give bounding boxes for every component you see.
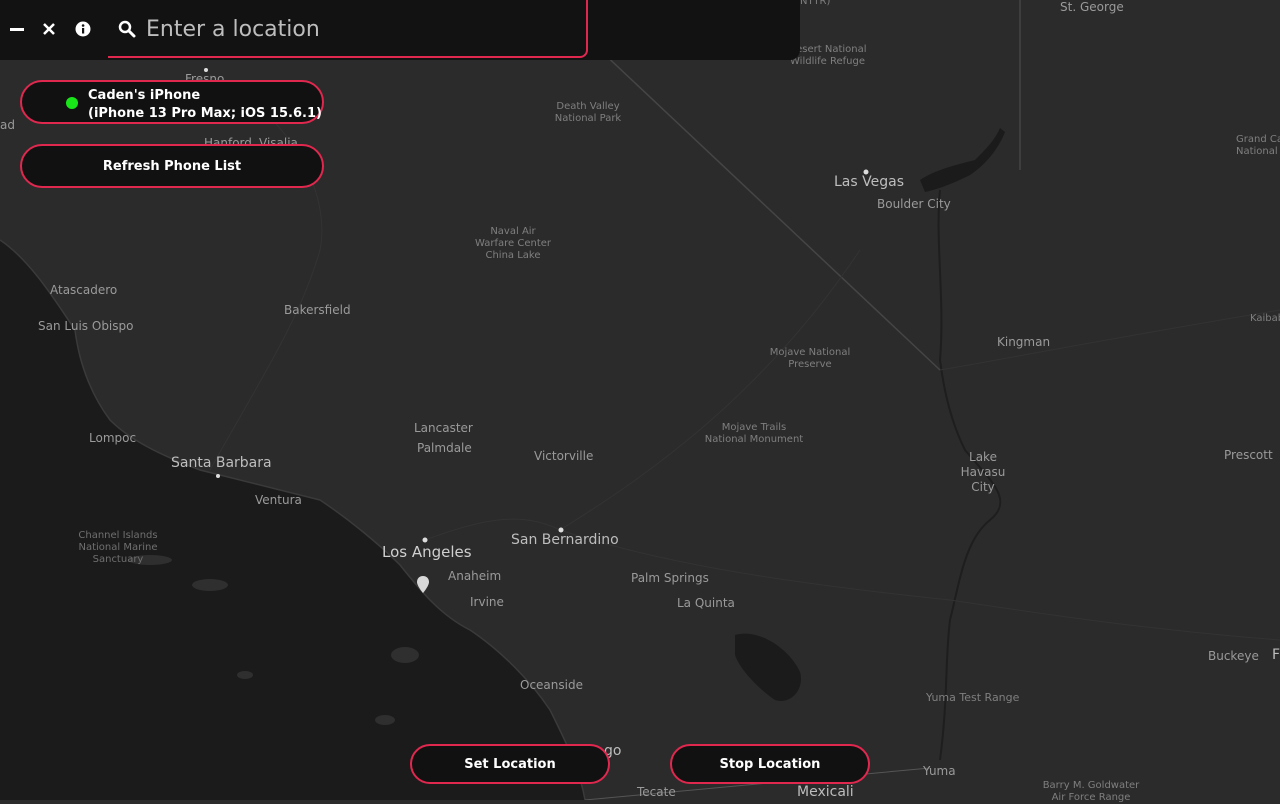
map-label-boulder-city: Boulder City: [877, 197, 951, 211]
top-bar: [0, 0, 800, 60]
map-label-anaheim: Anaheim: [448, 569, 502, 583]
map-label-palmdale: Palmdale: [417, 441, 472, 455]
map-label-lancaster: Lancaster: [414, 421, 473, 435]
map-label-las-vegas: Las Vegas: [834, 174, 904, 190]
map-label-la-quinta: La Quinta: [677, 596, 735, 610]
map-label-palm-springs: Palm Springs: [631, 571, 709, 585]
map-label-san-bernardino: San Bernardino: [511, 532, 619, 548]
search-icon: [118, 20, 136, 38]
refresh-phone-list-button[interactable]: Refresh Phone List: [20, 144, 324, 188]
map-label-yuma: Yuma: [923, 764, 956, 778]
map-label-mexicali: Mexicali: [797, 784, 854, 800]
map-label-kaibab: Kaibab: [1250, 313, 1280, 324]
map-label-ad: ad: [0, 118, 15, 132]
device-name-line1: Caden's iPhone: [88, 88, 201, 103]
device-name: Caden's iPhone (iPhone 13 Pro Max; iOS 1…: [88, 87, 322, 123]
map-label-irvine: Irvine: [470, 595, 504, 609]
info-icon: [75, 21, 91, 37]
map-label-kingman: Kingman: [997, 335, 1051, 349]
map-label-buckeye: Buckeye: [1208, 649, 1259, 663]
device-name-line2: (iPhone 13 Pro Max; iOS 15.6.1): [88, 106, 322, 121]
close-icon: [43, 23, 55, 35]
info-button[interactable]: [72, 18, 94, 40]
map-label-santa-barbara: Santa Barbara: [171, 455, 272, 471]
map-label-san-luis-obispo: San Luis Obispo: [38, 319, 134, 333]
map-label-ventura: Ventura: [255, 493, 302, 507]
minimize-icon: [10, 28, 24, 31]
device-selector[interactable]: Caden's iPhone (iPhone 13 Pro Max; iOS 1…: [20, 80, 324, 124]
map-label-tecate: Tecate: [637, 785, 676, 799]
map-label-mojave-trails: Mojave Trails National Monument: [704, 422, 804, 445]
map-label-nttr: NTTR): [800, 0, 831, 7]
map-label-lake-havasu: Lake Havasu City: [960, 450, 1006, 494]
close-button[interactable]: [38, 18, 60, 40]
location-pin-icon[interactable]: [416, 575, 430, 595]
map-label-oceanside: Oceanside: [520, 678, 583, 692]
map-label-bakersfield: Bakersfield: [284, 303, 351, 317]
device-status-dot: [66, 97, 78, 109]
search-input[interactable]: [144, 10, 568, 48]
set-location-button[interactable]: Set Location: [410, 744, 610, 784]
map-label-mojave-preserve: Mojave National Preserve: [769, 347, 851, 370]
map-label-death-valley: Death Valley National Park: [554, 101, 622, 124]
map-label-lompoc: Lompoc: [89, 431, 137, 445]
map-label-yuma-test: Yuma Test Range: [926, 691, 1020, 704]
stop-location-button[interactable]: Stop Location: [670, 744, 870, 784]
map-label-st-george: St. George: [1060, 0, 1124, 14]
map-label-victorville: Victorville: [534, 449, 594, 463]
search-bar: [108, 0, 588, 58]
map-label-barry-goldwater: Barry M. Goldwater Air Force Range: [1042, 780, 1140, 803]
map-label-f: F: [1272, 647, 1280, 663]
map-label-channel-islands: Channel Islands National Marine Sanctuar…: [78, 530, 158, 565]
map-label-grand-canyon: Grand Ca National: [1236, 134, 1280, 157]
minimize-button[interactable]: [6, 18, 28, 40]
map-label-prescott: Prescott: [1224, 448, 1273, 462]
map-label-naval-air: Naval Air Warfare Center China Lake: [474, 226, 551, 261]
map-label-atascadero: Atascadero: [50, 283, 118, 297]
map-label-los-angeles: Los Angeles: [382, 543, 472, 561]
